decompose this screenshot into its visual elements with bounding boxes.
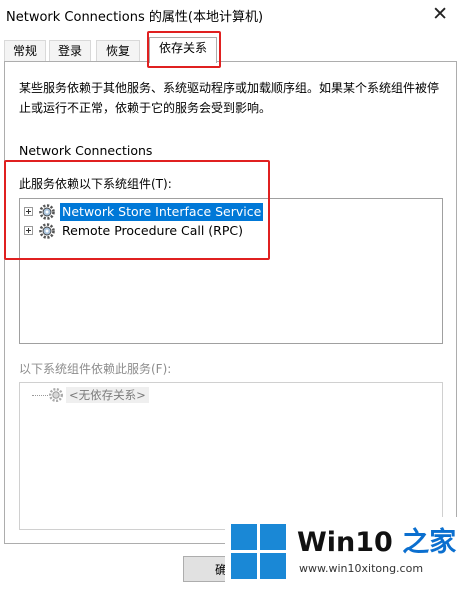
close-icon[interactable]: ✕ <box>432 3 448 25</box>
no-dependents-label: <无依存关系> <box>66 387 149 403</box>
tree-item-nsi[interactable]: Network Store Interface Service <box>24 203 284 221</box>
expand-icon[interactable] <box>24 207 33 216</box>
expand-icon[interactable] <box>24 226 33 235</box>
tree-connector <box>32 395 48 396</box>
tab-recovery[interactable]: 恢复 <box>96 40 140 62</box>
dependents-tree: <无依存关系> <box>19 382 443 530</box>
watermark-url: www.win10xitong.com <box>299 562 424 575</box>
dependents-label: 以下系统组件依赖此服务(F): <box>19 362 172 376</box>
depends-on-tree[interactable]: Network Store Interface Service Remote P… <box>19 198 443 344</box>
title-bar: Network Connections 的属性(本地计算机) ✕ <box>0 0 460 30</box>
service-name: Network Connections <box>19 143 153 158</box>
service-gear-icon <box>48 387 64 403</box>
tab-general[interactable]: 常规 <box>4 40 46 62</box>
watermark-brand: Win10 之家 <box>297 520 456 559</box>
window-title: Network Connections 的属性(本地计算机) <box>6 10 264 25</box>
tree-item-label: Network Store Interface Service <box>60 203 264 221</box>
windows-logo-icon <box>231 524 287 580</box>
service-gear-icon <box>39 223 55 239</box>
tab-logon[interactable]: 登录 <box>49 40 91 62</box>
watermark-brand-prefix: Win10 <box>297 527 393 558</box>
tree-item-rpc[interactable]: Remote Procedure Call (RPC) <box>24 222 284 240</box>
depends-on-label: 此服务依赖以下系统组件(T): <box>19 177 172 191</box>
service-gear-icon <box>39 204 55 220</box>
tab-dependencies[interactable]: 依存关系 <box>149 37 217 63</box>
dependencies-panel: 某些服务依赖于其他服务、系统驱动程序或加载顺序组。如果某个系统组件被停止或运行不… <box>4 61 457 544</box>
watermark-brand-suffix: 之家 <box>392 527 457 558</box>
tree-item-label: Remote Procedure Call (RPC) <box>62 223 243 238</box>
watermark: Win10 之家 www.win10xitong.com <box>225 517 460 590</box>
tab-strip: 常规 登录 恢复 依存关系 <box>4 37 456 63</box>
dependencies-description: 某些服务依赖于其他服务、系统驱动程序或加载顺序组。如果某个系统组件被停止或运行不… <box>19 81 440 115</box>
